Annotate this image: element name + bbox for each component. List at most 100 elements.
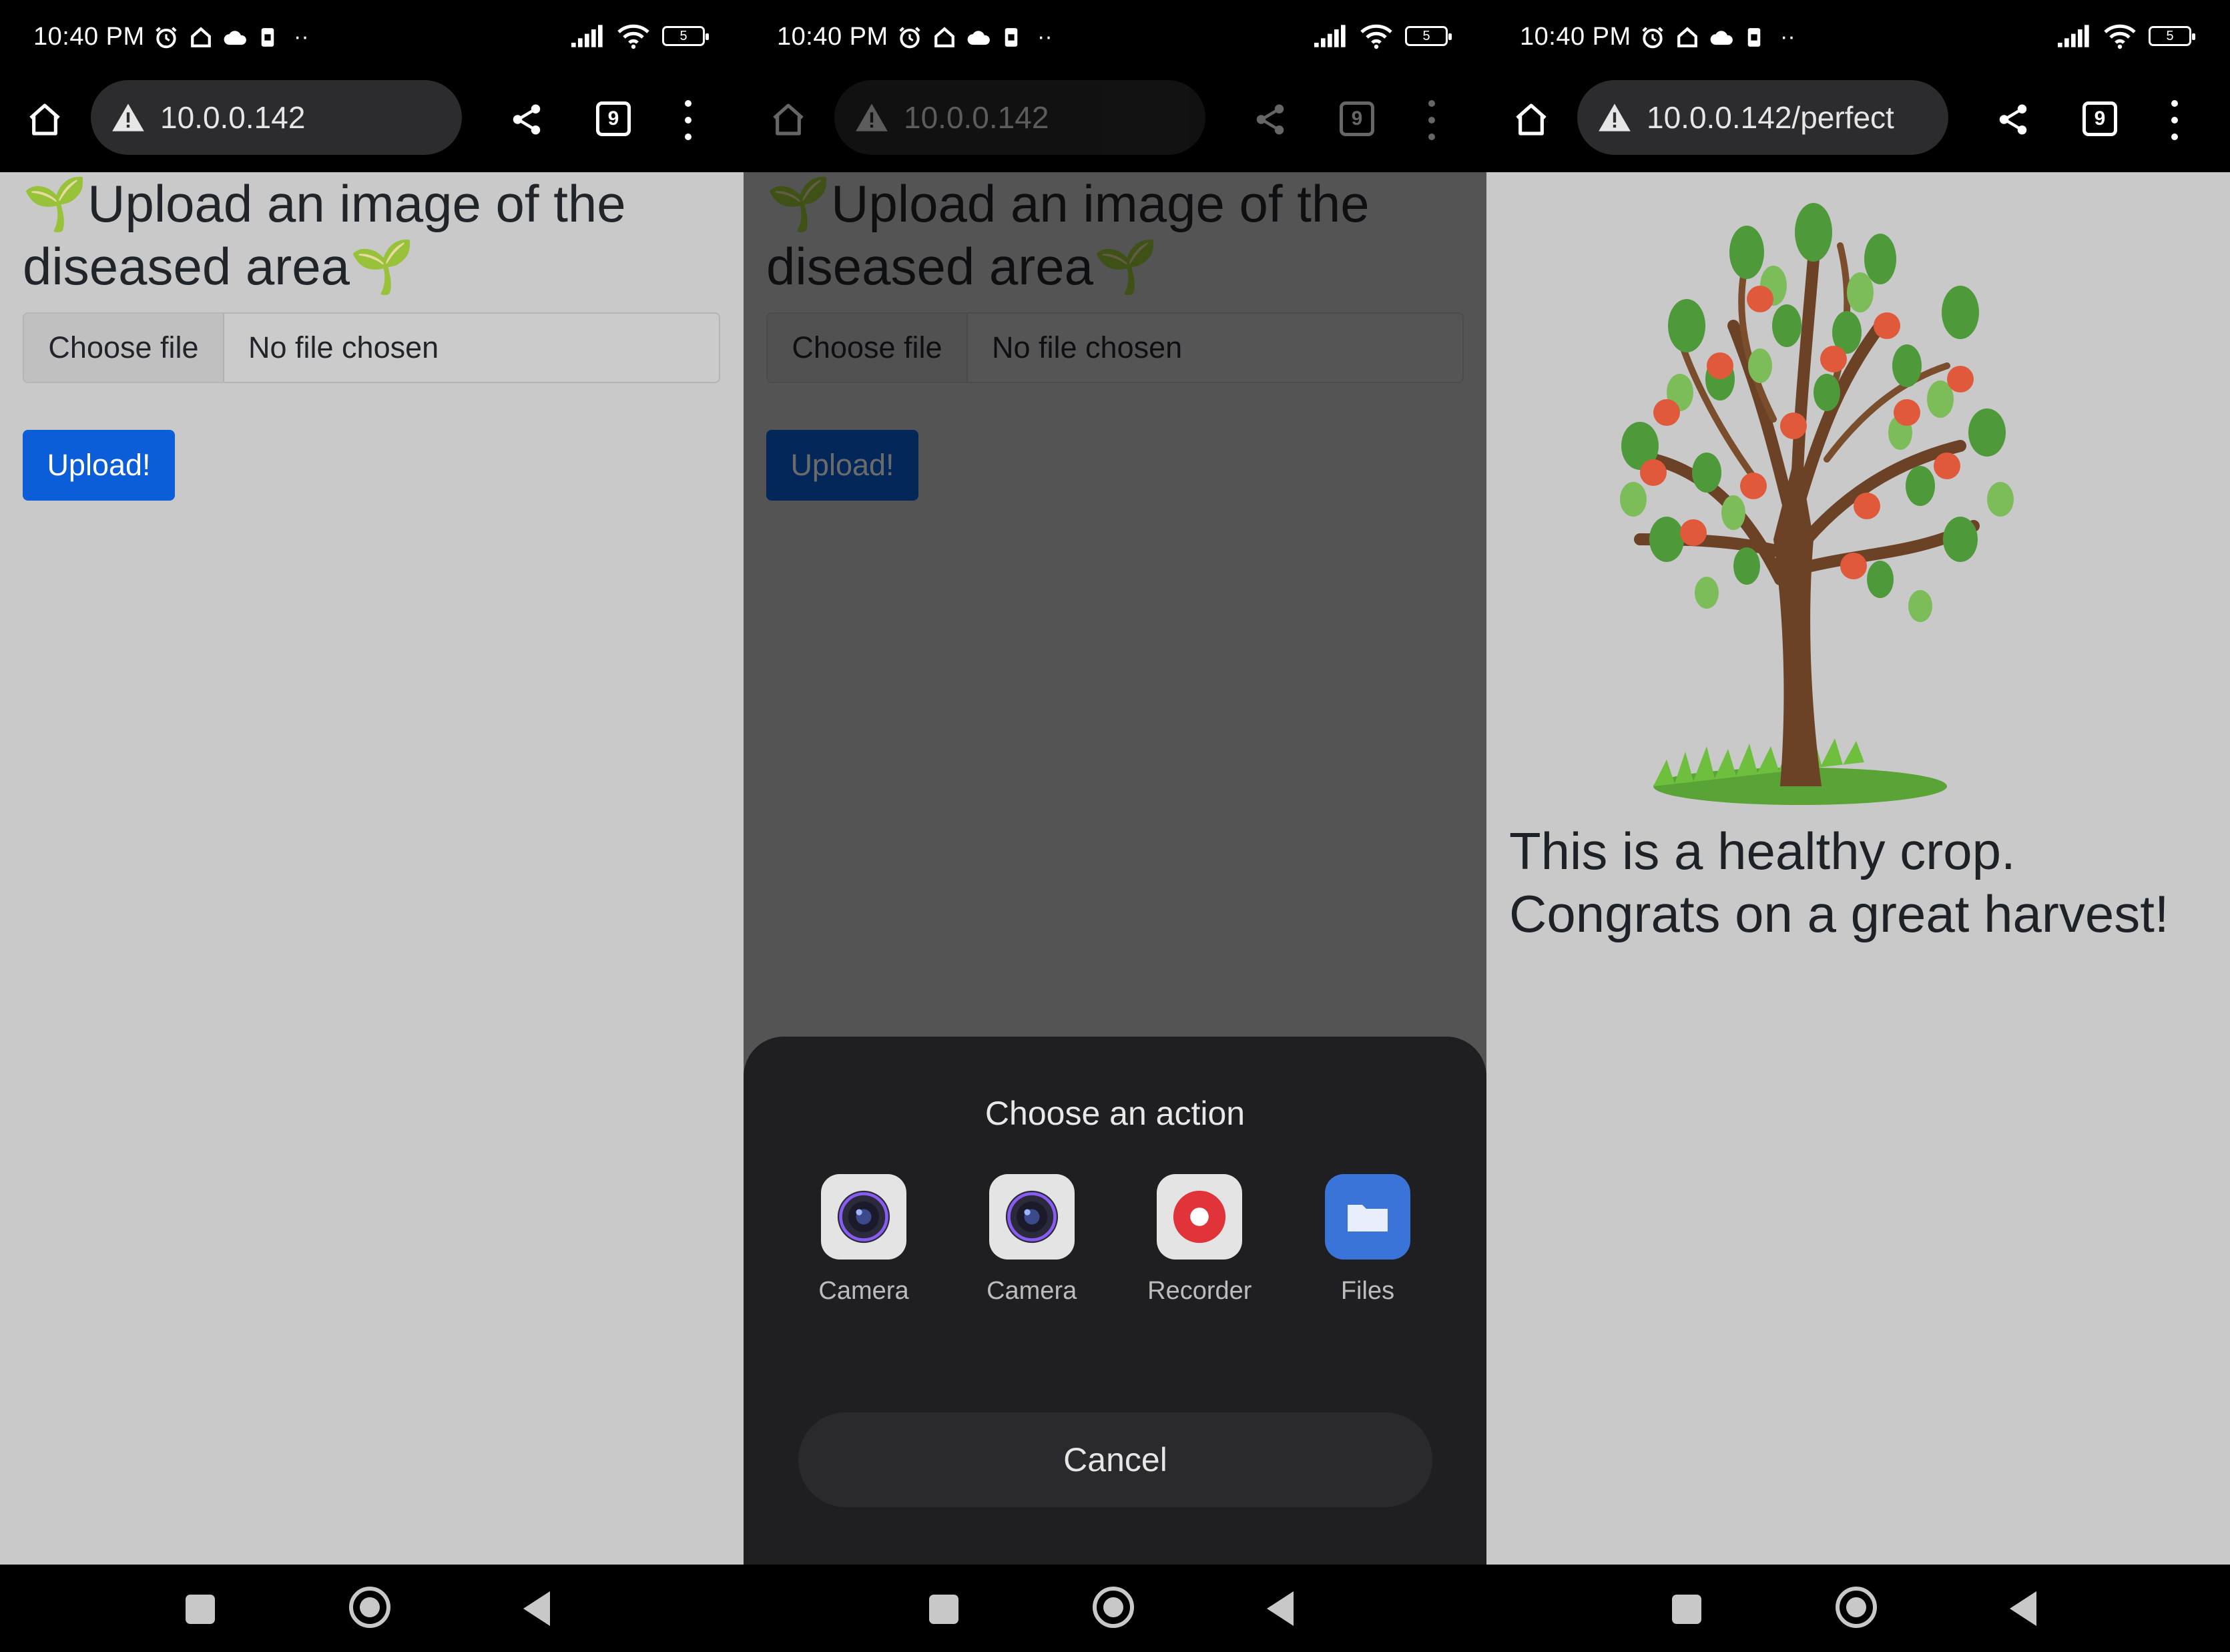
battery-icon: 5 — [2149, 26, 2195, 46]
status-system-icons: 5 — [2058, 23, 2195, 49]
share-icon — [1999, 104, 2027, 135]
status-time: 10:40 PM — [777, 23, 888, 51]
camera-icon — [989, 1174, 1075, 1260]
recorder-icon — [1157, 1174, 1243, 1260]
system-nav-bar — [1486, 1565, 2230, 1652]
sim-icon — [1005, 27, 1018, 47]
choose-file-button[interactable]: Choose file — [24, 314, 224, 382]
back-button[interactable] — [2010, 1591, 2036, 1626]
result-page: This is a healthy crop. Congrats on a gr… — [1486, 172, 2230, 1565]
seedling-icon: 🌱 — [23, 174, 88, 233]
action-chooser-sheet: Choose an action Camera Camera Recorder … — [744, 1037, 1486, 1565]
share-button[interactable] — [1992, 99, 2034, 140]
more-notifications-icon: ·· — [1780, 24, 1795, 49]
nav-home-button[interactable] — [349, 1587, 390, 1628]
url-text: 10.0.0.142 — [904, 100, 1049, 135]
browser-toolbar: 10.0.0.142 9 — [0, 80, 744, 172]
alarm-icon — [1642, 26, 1663, 48]
action-label: Camera — [987, 1277, 1077, 1305]
cloud-icon — [967, 30, 990, 45]
recents-button[interactable] — [186, 1595, 215, 1624]
alarm-icon — [156, 26, 177, 48]
action-label: Recorder — [1147, 1277, 1252, 1305]
share-button[interactable] — [506, 99, 547, 140]
status-notification-icons: ·· — [897, 24, 1053, 50]
upload-button[interactable]: Upload! — [23, 430, 175, 501]
battery-icon: 5 — [1405, 26, 1452, 46]
result-line-2: Congrats on a great harvest! — [1509, 884, 2169, 943]
warning-icon — [111, 102, 146, 133]
address-bar[interactable]: 10.0.0.142 — [91, 80, 462, 155]
tab-switcher-button[interactable]: 9 — [1340, 101, 1374, 136]
action-label: Camera — [818, 1277, 909, 1305]
share-button[interactable] — [1249, 99, 1291, 140]
status-time: 10:40 PM — [1520, 23, 1631, 51]
cloud-icon — [224, 30, 246, 45]
cloud-icon — [1710, 30, 1733, 45]
file-input[interactable]: Choose file No file chosen — [23, 312, 720, 383]
wifi-icon — [617, 24, 649, 49]
seedling-icon: 🌱 — [350, 237, 415, 296]
status-system-icons: 5 — [571, 23, 709, 49]
camera-icon — [821, 1174, 906, 1260]
cancel-button[interactable]: Cancel — [798, 1412, 1432, 1507]
home-icon — [29, 103, 60, 135]
nav-home-button[interactable] — [1836, 1587, 1877, 1628]
home-button[interactable] — [24, 99, 65, 140]
folder-icon — [1324, 1174, 1410, 1260]
sim-icon — [261, 27, 274, 47]
more-notifications-icon: ·· — [1037, 24, 1053, 49]
status-system-icons: 5 — [1314, 23, 1452, 49]
page-heading: 🌱Upload an image of the diseased area🌱 — [23, 172, 724, 298]
share-icon — [1256, 104, 1284, 135]
recents-button[interactable] — [929, 1595, 958, 1624]
tab-switcher-button[interactable]: 9 — [2082, 101, 2117, 136]
warning-icon — [854, 102, 889, 133]
back-button[interactable] — [523, 1591, 550, 1626]
alarm-icon — [899, 26, 920, 48]
panel-upload-page: 10:40 PM ·· 5 10.0.0.142 9 🌱Upload an im… — [0, 0, 744, 1652]
tab-switcher-button[interactable]: 9 — [596, 101, 631, 136]
status-bar: 10:40 PM ·· 5 — [744, 0, 1486, 80]
browser-toolbar: 10.0.0.142/perfect 9 — [1486, 80, 2230, 172]
overflow-menu-button[interactable] — [2165, 100, 2185, 140]
overflow-menu-button[interactable] — [1422, 100, 1442, 140]
action-camera-2[interactable]: Camera — [958, 1174, 1105, 1306]
home-icon — [773, 103, 804, 135]
home-status-icon — [191, 26, 211, 47]
url-text: 10.0.0.142/perfect — [1647, 100, 1894, 135]
share-icon — [513, 104, 541, 135]
toolbar-dimmed-content: 10.0.0.142 9 — [744, 80, 1486, 172]
sheet-title: Choose an action — [985, 1095, 1245, 1132]
system-nav-bar — [744, 1565, 1486, 1652]
status-bar: 10:40 PM ·· 5 — [0, 0, 744, 80]
warning-icon — [1597, 102, 1632, 133]
home-button[interactable] — [768, 99, 809, 140]
home-button[interactable] — [1510, 99, 1552, 140]
signal-icon — [2058, 25, 2089, 47]
home-icon — [1516, 103, 1547, 135]
overflow-menu-button[interactable] — [678, 100, 698, 140]
status-time: 10:40 PM — [33, 23, 145, 51]
system-nav-bar — [0, 1565, 744, 1652]
fruit-tree-image — [1620, 203, 2014, 805]
back-button[interactable] — [1267, 1591, 1294, 1626]
status-notification-icons: ·· — [154, 24, 309, 50]
status-bar: 10:40 PM ·· 5 — [1486, 0, 2230, 80]
address-bar[interactable]: 10.0.0.142/perfect — [1577, 80, 1948, 155]
action-recorder[interactable]: Recorder — [1126, 1174, 1273, 1306]
result-line-1: This is a healthy crop. — [1509, 822, 2016, 880]
more-notifications-icon: ·· — [294, 24, 309, 49]
url-text: 10.0.0.142 — [160, 100, 306, 135]
address-bar[interactable]: 10.0.0.142 — [834, 80, 1205, 155]
battery-icon: 5 — [662, 26, 709, 46]
recents-button[interactable] — [1672, 1595, 1701, 1624]
nav-home-button[interactable] — [1093, 1587, 1134, 1628]
action-files[interactable]: Files — [1294, 1174, 1441, 1306]
file-status-label: No file chosen — [248, 330, 439, 364]
screenshot-strip: 10:40 PM ·· 5 10.0.0.142 9 🌱Upload an im… — [0, 0, 2230, 1652]
signal-icon — [1314, 25, 1346, 47]
action-list: Camera Camera Recorder Files — [790, 1174, 1441, 1306]
action-camera-1[interactable]: Camera — [790, 1174, 937, 1306]
upload-page: 🌱Upload an image of the diseased area🌱 C… — [0, 172, 744, 1565]
